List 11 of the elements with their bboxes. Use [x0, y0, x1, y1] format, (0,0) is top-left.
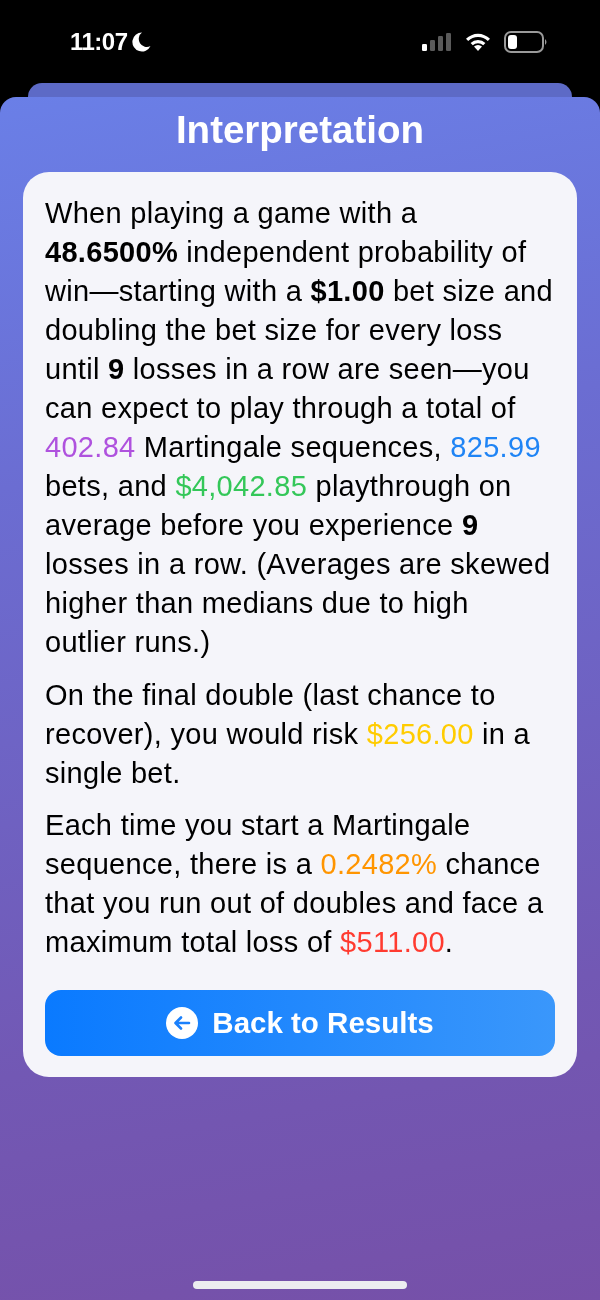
left-arrow-circle-icon [166, 1007, 199, 1039]
interpretation-paragraph: Each time you start a Martingale sequence, there is a 0.2482% chance that you run out of doubles and face a maximum total loss of $511.00. [45, 808, 545, 960]
moon-icon [131, 31, 151, 52]
signal-bars-icon [422, 32, 452, 51]
wifi-icon [465, 32, 491, 51]
sheet-title: Interpretation [174, 108, 426, 152]
interpretation-paragraph: When playing a game with a 48.6500% independent probability of win—starting with a $1.00 bet size and doubling the bet size for every loss until 9 losses in a row are seen—you can expect to play through a total of 402.84 Martingale sequences, 825.99 bets, and $4,042.85 playthrough on average before you experience 9 losses in a row. (Averages are skewed higher than medians due to high outlier runs.) [45, 196, 554, 660]
battery-icon [504, 30, 548, 53]
interpretation-paragraph: On the final double (last chance to recover), you would risk $256.00 in a single bet. [45, 678, 532, 791]
status-time: 11:07 [70, 26, 128, 57]
back-to-results-button[interactable]: Back to Results [45, 990, 555, 1056]
